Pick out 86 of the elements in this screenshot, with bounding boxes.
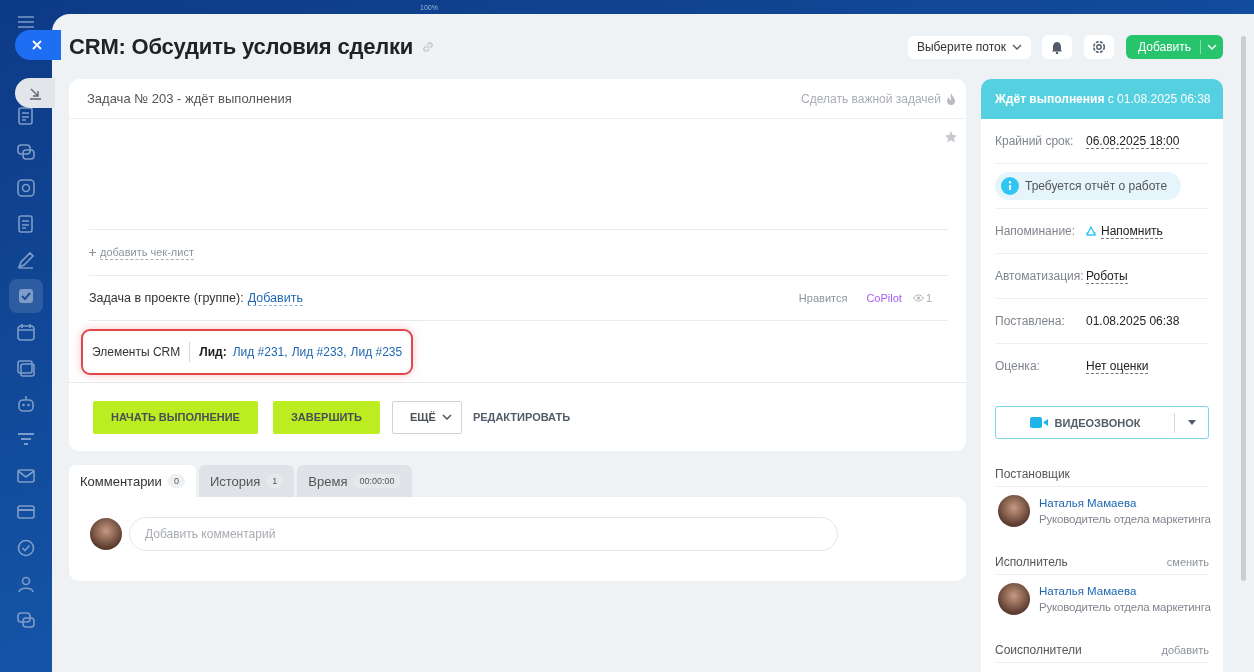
more-button[interactable]: ЕЩЁ [392, 400, 462, 434]
plus-icon[interactable] [89, 249, 96, 256]
robot-icon[interactable] [16, 394, 36, 414]
page-title: CRM: Обсудить условия сделки [69, 34, 414, 60]
close-icon [31, 39, 43, 51]
chevron-down-icon [1011, 44, 1022, 50]
chevron-down-icon[interactable] [1207, 44, 1217, 50]
field-value-link[interactable]: 06.08.2025 18:00 [1086, 133, 1180, 149]
tab[interactable]: Комментарии 0 [69, 465, 196, 497]
card-icon[interactable] [16, 502, 36, 522]
avatar [998, 583, 1030, 615]
bell-icon [1050, 40, 1063, 54]
complete-button[interactable]: ЗАВЕРШИТЬ [272, 400, 380, 434]
role-title: Соисполнители [995, 642, 1082, 657]
copilot-link[interactable]: CoPilot [866, 292, 902, 304]
person-position: Руководитель отдела маркетинга [1039, 601, 1211, 613]
eye-icon [912, 294, 924, 302]
person-name-link[interactable]: Наталья Мамаева [1039, 585, 1211, 597]
field-value-link[interactable]: Роботы [1086, 268, 1128, 284]
person-name-link[interactable]: Наталья Мамаева [1039, 497, 1211, 509]
checkbox-icon[interactable] [16, 286, 36, 306]
person-position: Руководитель отдела маркетинга [1039, 513, 1211, 525]
tab[interactable]: История 1 [198, 465, 295, 497]
role-action-link[interactable]: сменить [1166, 555, 1209, 568]
pen-icon[interactable] [16, 250, 36, 270]
add-project-link[interactable]: Добавить [247, 290, 303, 306]
info-icon [1001, 177, 1019, 195]
flow-select-label: Выберите поток [916, 40, 1006, 54]
notice-text: Требуется отчёт о работе [1025, 179, 1168, 193]
tab[interactable]: Время 00:00:00 [297, 465, 412, 497]
edit-link[interactable]: РЕДАКТИРОВАТЬ [472, 411, 571, 423]
close-button[interactable] [15, 30, 61, 60]
images-icon[interactable] [16, 358, 36, 378]
remind-link[interactable]: Напомнить [1101, 223, 1163, 239]
minimize-button[interactable] [15, 78, 55, 108]
lead-type-label: Лид: [199, 344, 227, 359]
lead-link[interactable]: Лид #235 [350, 344, 403, 359]
add-button-label: Добавить [1125, 40, 1201, 54]
role-action-link[interactable]: добавить [1161, 643, 1209, 656]
comma-separator: , [343, 344, 347, 359]
field-label: Крайний срок: [995, 134, 1075, 148]
chat-icon[interactable] [16, 610, 36, 630]
scrollbar[interactable] [1241, 36, 1246, 581]
video-call-button[interactable]: ВИДЕОЗВОНОК [995, 406, 1209, 439]
status-text: Ждёт выполнения с 01.08.2025 06:38 [995, 92, 1211, 106]
count-badge: 1 [266, 474, 284, 488]
field-label: Напоминание: [995, 224, 1077, 238]
view-count: 1 [925, 292, 932, 304]
task-heading: Задача № 203 - ждёт выполнения [87, 91, 292, 106]
chat-icon[interactable] [16, 142, 36, 162]
notification-button[interactable] [1041, 35, 1072, 59]
start-button[interactable]: НАЧАТЬ ВЫПОЛНЕНИЕ [93, 400, 258, 434]
count-badge: 0 [167, 474, 185, 488]
collapse-icon [28, 86, 42, 100]
field-label: Автоматизация: [995, 269, 1085, 283]
chevron-down-icon [441, 414, 452, 420]
avatar [90, 518, 122, 550]
field-label: Оценка: [995, 359, 1041, 373]
role-title: Постановщик [995, 466, 1070, 481]
camera-icon [1029, 417, 1048, 428]
field-value-link[interactable]: Нет оценки [1086, 358, 1149, 374]
settings-button[interactable] [1083, 35, 1114, 59]
comma-separator: , [284, 344, 288, 359]
comment-field[interactable]: Добавить комментарий [129, 517, 838, 551]
field-label: Поставлена: [995, 314, 1066, 328]
role-title: Исполнитель [995, 554, 1068, 569]
calendar-icon[interactable] [16, 322, 36, 342]
caret-down-icon[interactable] [1187, 420, 1196, 425]
count-badge: 00:00:00 [353, 474, 401, 488]
flow-select[interactable]: Выберите поток [907, 35, 1031, 59]
person-icon[interactable] [16, 574, 36, 594]
star-icon[interactable] [944, 130, 958, 144]
add-checklist-link[interactable]: добавить чек-лист [100, 245, 194, 260]
mail-icon[interactable] [16, 466, 36, 486]
field-value: 01.08.2025 06:38 [1086, 314, 1180, 328]
document-icon[interactable] [16, 106, 36, 126]
bell-icon[interactable] [1086, 225, 1096, 237]
flame-icon[interactable] [946, 91, 956, 106]
crm-label: Элементы CRM [92, 341, 191, 362]
like-link[interactable]: Нравится [798, 292, 848, 304]
menu-icon[interactable] [17, 14, 35, 30]
check-badge-icon[interactable] [16, 538, 36, 558]
avatar [998, 495, 1030, 527]
project-label: Задача в проекте (группе): [89, 291, 244, 305]
settings-icon [1091, 40, 1106, 54]
video-call-label: ВИДЕОЗВОНОК [1054, 416, 1141, 429]
